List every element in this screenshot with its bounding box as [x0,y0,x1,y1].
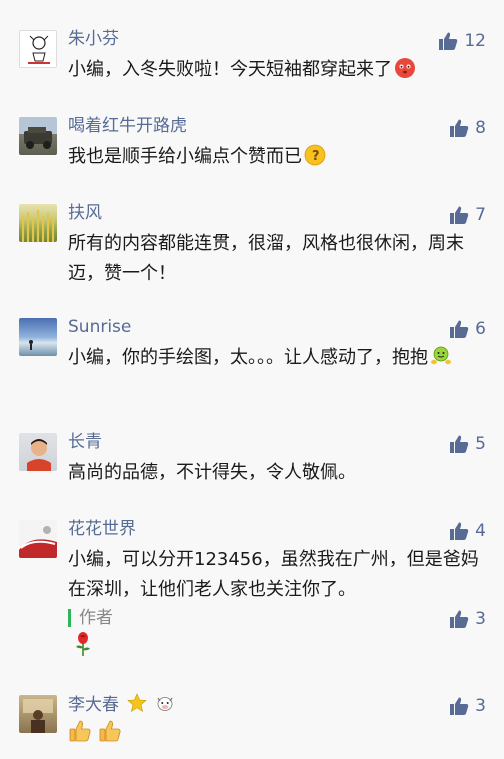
hug-emoji-icon [431,346,451,365]
like-button[interactable]: 5 [449,433,486,455]
like-button[interactable]: 3 [449,695,486,717]
svg-text:?: ? [312,149,320,164]
thumbs-up-emoji-icon [99,720,121,742]
reply-like-button[interactable]: 3 [449,608,486,630]
avatar[interactable] [19,318,57,356]
like-count: 4 [475,521,486,541]
comment-text: 小编，入冬失败啦！今天短袖都穿起来了 [68,55,488,85]
like-button[interactable]: 6 [449,318,486,340]
author-reply-label: 作者 [68,609,113,627]
like-count: 3 [475,609,486,629]
thumbs-up-icon [450,435,469,453]
comment-text: 高尚的品德，不计得失，令人敬佩。 [68,462,356,483]
thumbs-up-icon [439,32,458,50]
commenter-name[interactable]: 扶风 [68,202,102,224]
blush-emoji-icon [395,58,415,78]
commenter-name[interactable]: 花花世界 [68,518,136,540]
thumbs-up-icon [450,697,469,715]
like-count: 5 [475,434,486,454]
thumbs-up-icon [450,206,469,224]
cow-emoji-icon [157,697,173,711]
like-count: 3 [475,696,486,716]
like-count: 7 [475,205,486,225]
comment-text: 我也是顺手给小编点个赞而已? [68,142,488,172]
star-emoji-icon [127,693,148,713]
avatar[interactable] [19,204,57,242]
comment-text: 小编，你的手绘图，太。。。让人感动了，抱抱 [68,343,488,373]
like-button[interactable]: 4 [449,520,486,542]
comment-text: 小编，可以分开123456，虽然我在广州，但是爸妈在深圳，让他们老人家也关注你了… [68,549,479,600]
avatar[interactable] [19,30,57,68]
like-count: 12 [464,31,486,51]
comment-text [68,719,488,749]
like-count: 6 [475,319,486,339]
avatar[interactable] [19,520,57,558]
like-button[interactable]: 12 [438,30,486,52]
thumbs-up-emoji-icon [69,720,91,742]
avatar[interactable] [19,695,57,733]
commenter-name[interactable]: Sunrise [68,316,131,338]
commenter-name[interactable]: 喝着红牛开路虎 [68,115,187,137]
avatar[interactable] [19,117,57,155]
thumbs-up-icon [450,320,469,338]
comment-text: 所有的内容都能连贯，很溜，风格也很休闲，周末迈，赞一个！ [68,233,464,284]
thinking-emoji-icon: ? [304,144,326,166]
like-count: 8 [475,118,486,138]
commenter-name[interactable]: 李大春 [68,693,175,716]
commenter-name[interactable]: 长青 [68,431,102,453]
thumbs-up-icon [450,522,469,540]
like-button[interactable]: 8 [449,117,486,139]
rose-emoji-icon [76,632,90,656]
like-button[interactable]: 7 [449,204,486,226]
avatar[interactable] [19,433,57,471]
thumbs-up-icon [450,119,469,137]
thumbs-up-icon [450,610,469,628]
commenter-name[interactable]: 朱小芬 [68,28,119,50]
